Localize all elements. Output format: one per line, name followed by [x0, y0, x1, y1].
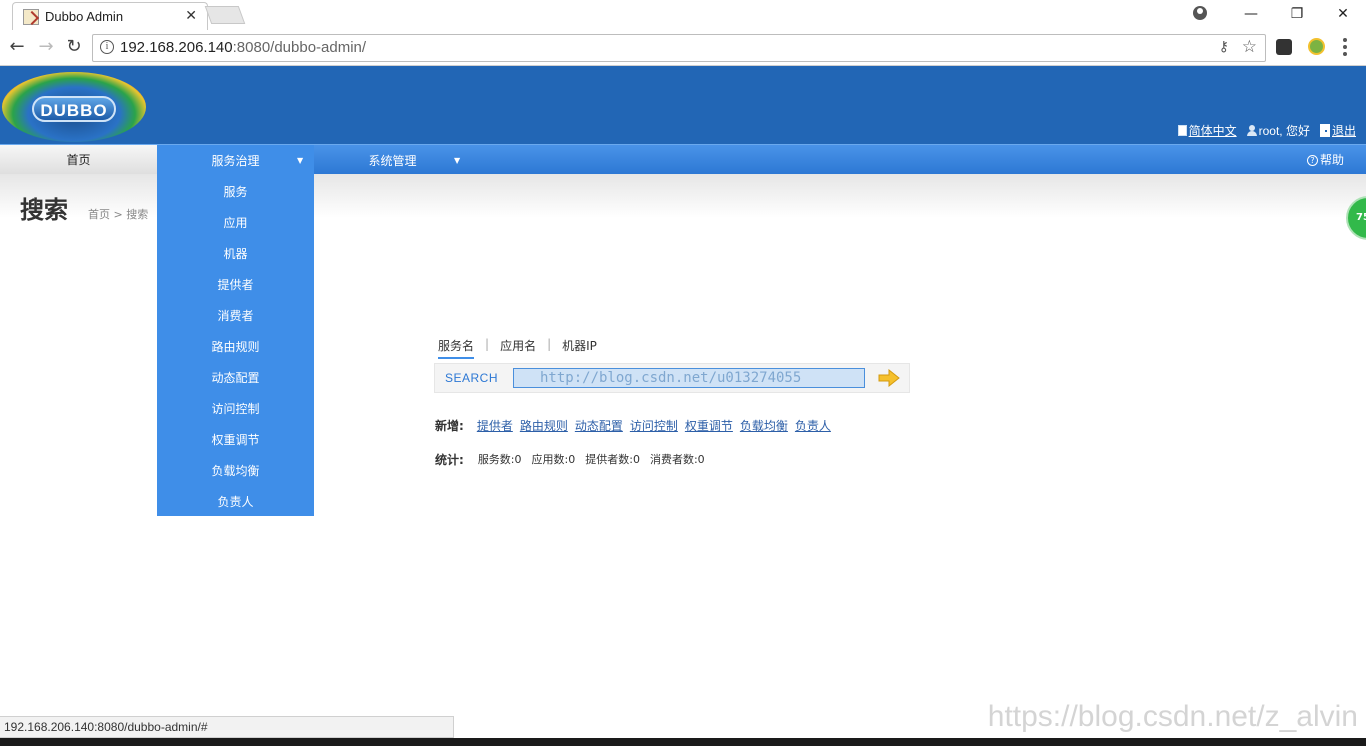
- nav-help-label: 帮助: [1319, 153, 1344, 167]
- nav-help[interactable]: ? 帮助: [1306, 145, 1344, 175]
- dubbo-logo: DUBBO: [2, 72, 146, 142]
- extension-icon[interactable]: [1276, 39, 1292, 55]
- url-text: 192.168.206.140:8080/dubbo-admin/: [120, 39, 366, 56]
- reload-button[interactable]: ↻: [63, 36, 85, 58]
- window-controls: — ❐ ✕: [1228, 0, 1366, 28]
- dropdown-item-provider[interactable]: 提供者: [157, 267, 314, 298]
- arrow-right-icon[interactable]: [877, 369, 901, 387]
- nav-home[interactable]: 首页: [0, 145, 157, 175]
- logout-icon: [1319, 124, 1330, 137]
- address-bar[interactable]: i 192.168.206.140:8080/dubbo-admin/ ⚷ ☆: [92, 34, 1266, 62]
- forward-button[interactable]: →: [35, 36, 57, 58]
- browser-toolbar: ← → ↻ i 192.168.206.140:8080/dubbo-admin…: [0, 30, 1366, 66]
- tab-machine-ip[interactable]: 机器IP: [562, 337, 597, 359]
- info-icon[interactable]: i: [100, 40, 114, 54]
- logout-label: 退出: [1331, 124, 1356, 138]
- logo-text: DUBBO: [32, 96, 116, 122]
- stat-app-count: 应用数:0: [531, 453, 576, 466]
- add-access-link[interactable]: 访问控制: [630, 417, 678, 434]
- dropdown-item-application[interactable]: 应用: [157, 205, 314, 236]
- add-label: 新增:: [435, 419, 464, 433]
- tab-separator: |: [547, 337, 552, 351]
- dropdown-item-access-control[interactable]: 访问控制: [157, 391, 314, 422]
- dropdown-item-consumer[interactable]: 消费者: [157, 298, 314, 329]
- url-host: 192.168.206.140: [120, 39, 233, 56]
- browser-tab[interactable]: Dubbo Admin ✕: [12, 2, 208, 30]
- add-provider-link[interactable]: 提供者: [477, 417, 513, 434]
- tab-separator: |: [485, 337, 490, 351]
- stats-row: 统计: 服务数:0 应用数:0 提供者数:0 消费者数:0: [435, 451, 705, 468]
- add-owner-link[interactable]: 负责人: [795, 417, 831, 434]
- dropdown-item-machine[interactable]: 机器: [157, 236, 314, 267]
- extension-icon-2[interactable]: [1308, 38, 1325, 55]
- browser-tabstrip: Dubbo Admin ✕ — ❐ ✕: [0, 0, 1366, 30]
- page-title: 搜索: [20, 196, 68, 224]
- chevron-down-icon: ▼: [454, 156, 461, 165]
- minimize-button[interactable]: —: [1228, 0, 1274, 28]
- user-label: root, 您好: [1258, 124, 1310, 138]
- app-header: DUBBO 简体中文 root, 您好 退出: [0, 66, 1366, 144]
- key-icon[interactable]: ⚷: [1219, 39, 1229, 55]
- stat-provider-count: 提供者数:0: [585, 453, 640, 466]
- logout-link[interactable]: 退出: [1319, 122, 1356, 139]
- stats-label: 统计:: [435, 453, 464, 467]
- search-tabs: 服务名 | 应用名 | 机器IP: [438, 337, 597, 359]
- main-nav: 首页 服务治理 ▼ 系统管理 ▼ ? 帮助: [0, 144, 1366, 175]
- chevron-down-icon: ▼: [297, 156, 304, 165]
- stat-consumer-count: 消费者数:0: [649, 453, 705, 466]
- search-box: SEARCH: [434, 363, 910, 393]
- document-icon: [1177, 125, 1187, 136]
- browser-menu-icon[interactable]: [1343, 38, 1347, 56]
- favicon-icon: [23, 9, 39, 25]
- os-taskbar: [0, 738, 1366, 746]
- tab-application-name[interactable]: 应用名: [500, 337, 536, 359]
- add-weight-link[interactable]: 权重调节: [685, 417, 733, 434]
- tab-title: Dubbo Admin: [45, 9, 124, 24]
- watermark: https://blog.csdn.net/z_alvin: [987, 700, 1358, 733]
- nav-service-governance-label: 服务治理: [211, 154, 260, 168]
- stat-service-count: 服务数:0: [477, 453, 522, 466]
- header-links: 简体中文 root, 您好 退出: [1177, 122, 1356, 139]
- language-label: 简体中文: [1188, 124, 1237, 138]
- new-tab-button[interactable]: [204, 6, 246, 24]
- add-config-link[interactable]: 动态配置: [575, 417, 623, 434]
- profile-icon[interactable]: [1193, 6, 1207, 20]
- user-icon: [1246, 125, 1257, 136]
- help-icon: ?: [1306, 154, 1318, 166]
- service-governance-dropdown: 服务 应用 机器 提供者 消费者 路由规则 动态配置 访问控制 权重调节 负载均…: [157, 174, 314, 516]
- back-button[interactable]: ←: [6, 36, 28, 58]
- dropdown-item-service[interactable]: 服务: [157, 174, 314, 205]
- bookmark-star-icon[interactable]: ☆: [1242, 37, 1257, 57]
- nav-system-management[interactable]: 系统管理 ▼: [314, 145, 471, 175]
- search-input[interactable]: [513, 368, 865, 388]
- add-route-link[interactable]: 路由规则: [520, 417, 568, 434]
- url-path: :8080/dubbo-admin/: [232, 39, 367, 56]
- tab-close-icon[interactable]: ✕: [185, 8, 197, 24]
- nav-system-management-label: 系统管理: [368, 154, 417, 168]
- dropdown-item-owner[interactable]: 负责人: [157, 484, 314, 515]
- dropdown-item-load-balance[interactable]: 负载均衡: [157, 453, 314, 484]
- add-loadbalance-link[interactable]: 负载均衡: [740, 417, 788, 434]
- restore-button[interactable]: ❐: [1274, 0, 1320, 28]
- language-link[interactable]: 简体中文: [1177, 122, 1237, 139]
- dropdown-item-route[interactable]: 路由规则: [157, 329, 314, 360]
- dropdown-item-dynamic-config[interactable]: 动态配置: [157, 360, 314, 391]
- search-label: SEARCH: [445, 371, 499, 385]
- user-greeting: root, 您好: [1246, 122, 1310, 139]
- dropdown-item-weight[interactable]: 权重调节: [157, 422, 314, 453]
- breadcrumb[interactable]: 首页 > 搜索: [88, 206, 148, 222]
- add-links-row: 新增: 提供者 路由规则 动态配置 访问控制 权重调节 负载均衡 负责人: [435, 417, 831, 434]
- nav-service-governance[interactable]: 服务治理 ▼: [157, 145, 314, 175]
- status-bar-url: 192.168.206.140:8080/dubbo-admin/#: [0, 716, 454, 738]
- tab-service-name[interactable]: 服务名: [438, 337, 475, 359]
- close-window-button[interactable]: ✕: [1320, 0, 1366, 28]
